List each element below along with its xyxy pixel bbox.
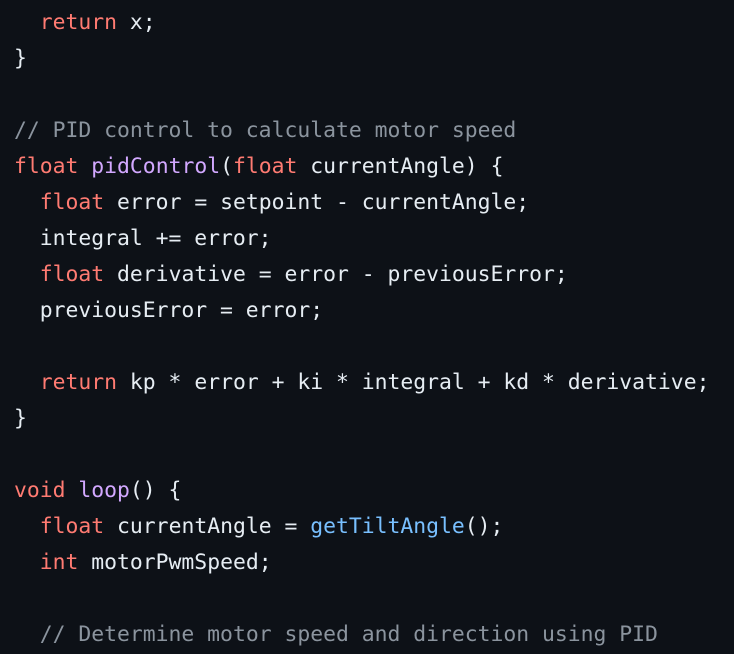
function-name-token: loop bbox=[78, 478, 130, 503]
code-token: currentAngle) { bbox=[297, 154, 504, 179]
code-token: motorPwmSpeed; bbox=[78, 550, 272, 575]
code-token: previousError = error; bbox=[14, 298, 324, 323]
keyword-token: return bbox=[39, 370, 118, 395]
code-line: void loop() { bbox=[14, 473, 734, 509]
code-line: float currentAngle = getTiltAngle(); bbox=[14, 509, 734, 545]
keyword-token: float bbox=[39, 262, 105, 287]
code-line: float derivative = error - previousError… bbox=[14, 257, 734, 293]
code-token: ( bbox=[220, 154, 233, 179]
comment-token: // PID control to calculate motor speed bbox=[14, 118, 517, 143]
function-name-token: pidControl bbox=[91, 154, 221, 179]
code-line: } bbox=[14, 41, 734, 77]
code-token: } bbox=[14, 406, 27, 431]
code-token: derivative = error - previousError; bbox=[104, 262, 568, 287]
code-editor: return x;} // PID control to calculate mo… bbox=[0, 0, 734, 654]
keyword-token: float bbox=[39, 514, 105, 539]
code-line: } bbox=[14, 401, 734, 437]
comment-token: // Determine motor speed and direction u… bbox=[39, 622, 658, 647]
keyword-token: float bbox=[39, 190, 105, 215]
code-line: previousError = error; bbox=[14, 293, 734, 329]
code-line: float pidControl(float currentAngle) { bbox=[14, 149, 734, 185]
code-block: return x;} // PID control to calculate mo… bbox=[14, 5, 734, 653]
code-token: () { bbox=[129, 478, 182, 503]
code-token: kp * error + ki * integral + kd * deriva… bbox=[117, 370, 710, 395]
code-line: return x; bbox=[14, 5, 734, 41]
keyword-token: int bbox=[39, 550, 79, 575]
code-line: float error = setpoint - currentAngle; bbox=[14, 185, 734, 221]
keyword-token: float bbox=[14, 154, 79, 179]
code-line: return kp * error + ki * integral + kd *… bbox=[14, 365, 734, 401]
code-token: (); bbox=[464, 514, 504, 539]
code-token: } bbox=[14, 46, 27, 71]
function-call-token: getTiltAngle bbox=[310, 514, 465, 539]
code-line: int motorPwmSpeed; bbox=[14, 545, 734, 581]
keyword-token: float bbox=[232, 154, 298, 179]
code-line: // Determine motor speed and direction u… bbox=[14, 617, 734, 653]
code-line: // PID control to calculate motor speed bbox=[14, 113, 734, 149]
keyword-token: void bbox=[14, 478, 66, 503]
code-token: integral += error; bbox=[14, 226, 272, 251]
code-token: error = setpoint - currentAngle; bbox=[104, 190, 530, 215]
code-line: integral += error; bbox=[14, 221, 734, 257]
keyword-token: return bbox=[39, 10, 118, 35]
code-token: currentAngle = bbox=[104, 514, 311, 539]
code-token: x; bbox=[117, 10, 156, 35]
